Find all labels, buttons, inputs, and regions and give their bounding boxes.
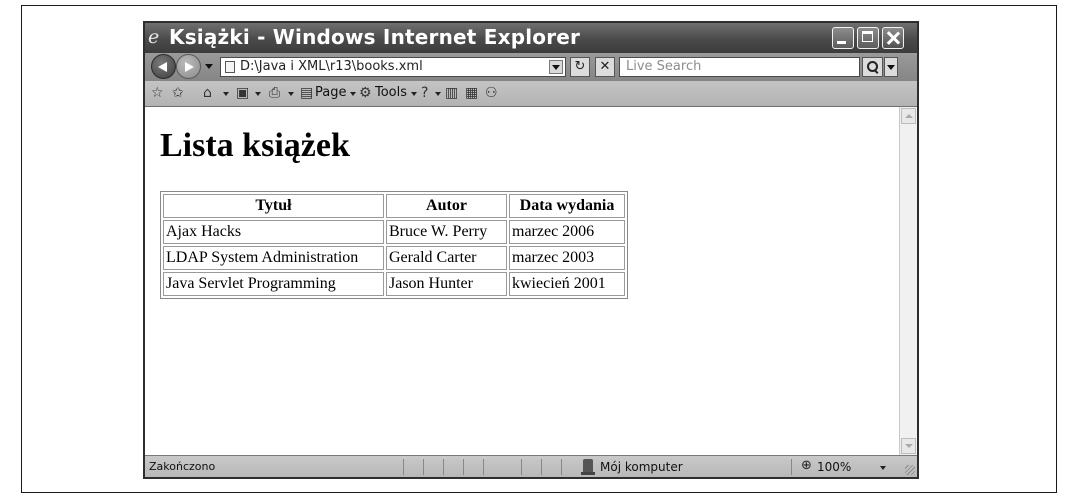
table-cell: LDAP System Administration	[163, 246, 384, 270]
books-table: Tytuł Autor Data wydania Ajax Hacks Bruc…	[160, 191, 628, 299]
forward-button[interactable]	[176, 54, 201, 79]
search-input[interactable]: Live Search	[626, 59, 701, 74]
page-dropdown-icon[interactable]	[350, 92, 356, 96]
recent-pages-dropdown-icon[interactable]	[205, 64, 213, 69]
status-divider	[443, 459, 444, 475]
status-divider	[463, 459, 464, 475]
table-cell: marzec 2006	[509, 220, 625, 244]
browser-window: e Książki - Windows Internet Explorer D:…	[143, 21, 919, 479]
tools-gear-icon[interactable]: ⚙	[359, 84, 372, 102]
zoom-icon[interactable]: ⊕	[801, 458, 812, 473]
title-bar[interactable]: e Książki - Windows Internet Explorer	[145, 23, 917, 53]
table-row: Java Servlet Programming Jason Hunter kw…	[163, 272, 625, 296]
page-content: Lista książek Tytuł Autor Data wydania A…	[145, 107, 899, 455]
research-icon[interactable]: ▥	[445, 84, 458, 102]
search-button[interactable]	[862, 57, 883, 77]
computer-zone-icon	[581, 459, 595, 475]
column-header-author: Autor	[386, 194, 507, 218]
back-button[interactable]	[151, 54, 176, 79]
table-cell: Ajax Hacks	[163, 220, 384, 244]
help-dropdown-icon[interactable]	[435, 92, 441, 96]
maximize-button[interactable]	[857, 27, 879, 49]
page-title: Lista książek	[160, 127, 350, 164]
status-divider	[791, 459, 792, 475]
status-divider	[483, 459, 484, 475]
page-icon	[225, 61, 235, 73]
column-header-title: Tytuł	[163, 194, 384, 218]
status-divider	[561, 459, 562, 475]
zoom-level[interactable]: 100%	[817, 460, 851, 474]
table-cell: Java Servlet Programming	[163, 272, 384, 296]
address-toolbar: D:\Java i XML\r13\books.xml ↻ ✕ Live Sea…	[145, 53, 917, 81]
resize-grip-icon[interactable]	[905, 465, 915, 475]
stop-button[interactable]: ✕	[595, 57, 615, 77]
column-header-date: Data wydania	[509, 194, 625, 218]
scroll-down-button[interactable]	[901, 438, 916, 454]
status-divider	[541, 459, 542, 475]
status-bar: Zakończono Mój komputer ⊕ 100%	[145, 455, 917, 477]
address-input[interactable]: D:\Java i XML\r13\books.xml	[240, 59, 423, 74]
print-icon[interactable]: ⎙	[269, 84, 280, 102]
table-cell: Bruce W. Perry	[386, 220, 507, 244]
minimize-button[interactable]	[832, 27, 854, 49]
address-bar[interactable]: D:\Java i XML\r13\books.xml	[220, 57, 566, 77]
table-header-row: Tytuł Autor Data wydania	[163, 194, 625, 218]
tools-dropdown-icon[interactable]	[411, 92, 417, 96]
command-bar: ☆ ✩ ⌂ ▣ ⎙ ▤ Page ⚙ Tools ? ▥ ▦ ⚇	[145, 81, 917, 107]
refresh-button[interactable]: ↻	[570, 57, 590, 77]
window-title: Książki - Windows Internet Explorer	[169, 25, 581, 49]
feeds-icon[interactable]: ▣	[236, 84, 249, 102]
table-cell: marzec 2003	[509, 246, 625, 270]
status-divider	[403, 459, 404, 475]
search-options-button[interactable]	[884, 57, 898, 77]
ie-logo-icon: e	[148, 26, 160, 48]
table-cell: Jason Hunter	[386, 272, 507, 296]
page-menu-icon[interactable]: ▤	[300, 84, 313, 102]
zoom-dropdown-icon[interactable]	[880, 466, 886, 470]
status-divider	[423, 459, 424, 475]
feeds-dropdown-icon[interactable]	[255, 92, 261, 96]
help-icon[interactable]: ?	[421, 84, 428, 102]
table-cell: kwiecień 2001	[509, 272, 625, 296]
close-button[interactable]	[882, 27, 904, 49]
messenger-icon[interactable]: ⚇	[485, 84, 498, 102]
home-icon[interactable]: ⌂	[203, 84, 212, 102]
tools-menu[interactable]: Tools	[375, 85, 407, 100]
table-row: Ajax Hacks Bruce W. Perry marzec 2006	[163, 220, 625, 244]
address-dropdown-button[interactable]	[549, 60, 563, 74]
favorites-star-icon[interactable]: ☆	[151, 84, 164, 102]
status-divider	[521, 459, 522, 475]
table-cell: Gerald Carter	[386, 246, 507, 270]
security-zone[interactable]: Mój komputer	[600, 460, 683, 474]
search-box[interactable]: Live Search	[619, 57, 860, 77]
page-menu[interactable]: Page	[315, 85, 346, 100]
status-text: Zakończono	[149, 460, 216, 473]
home-dropdown-icon[interactable]	[223, 92, 229, 96]
blog-icon[interactable]: ▦	[465, 84, 478, 102]
print-dropdown-icon[interactable]	[288, 92, 294, 96]
table-row: LDAP System Administration Gerald Carter…	[163, 246, 625, 270]
scroll-up-button[interactable]	[901, 108, 916, 124]
vertical-scrollbar[interactable]	[899, 107, 917, 455]
add-favorites-icon[interactable]: ✩	[172, 84, 184, 102]
